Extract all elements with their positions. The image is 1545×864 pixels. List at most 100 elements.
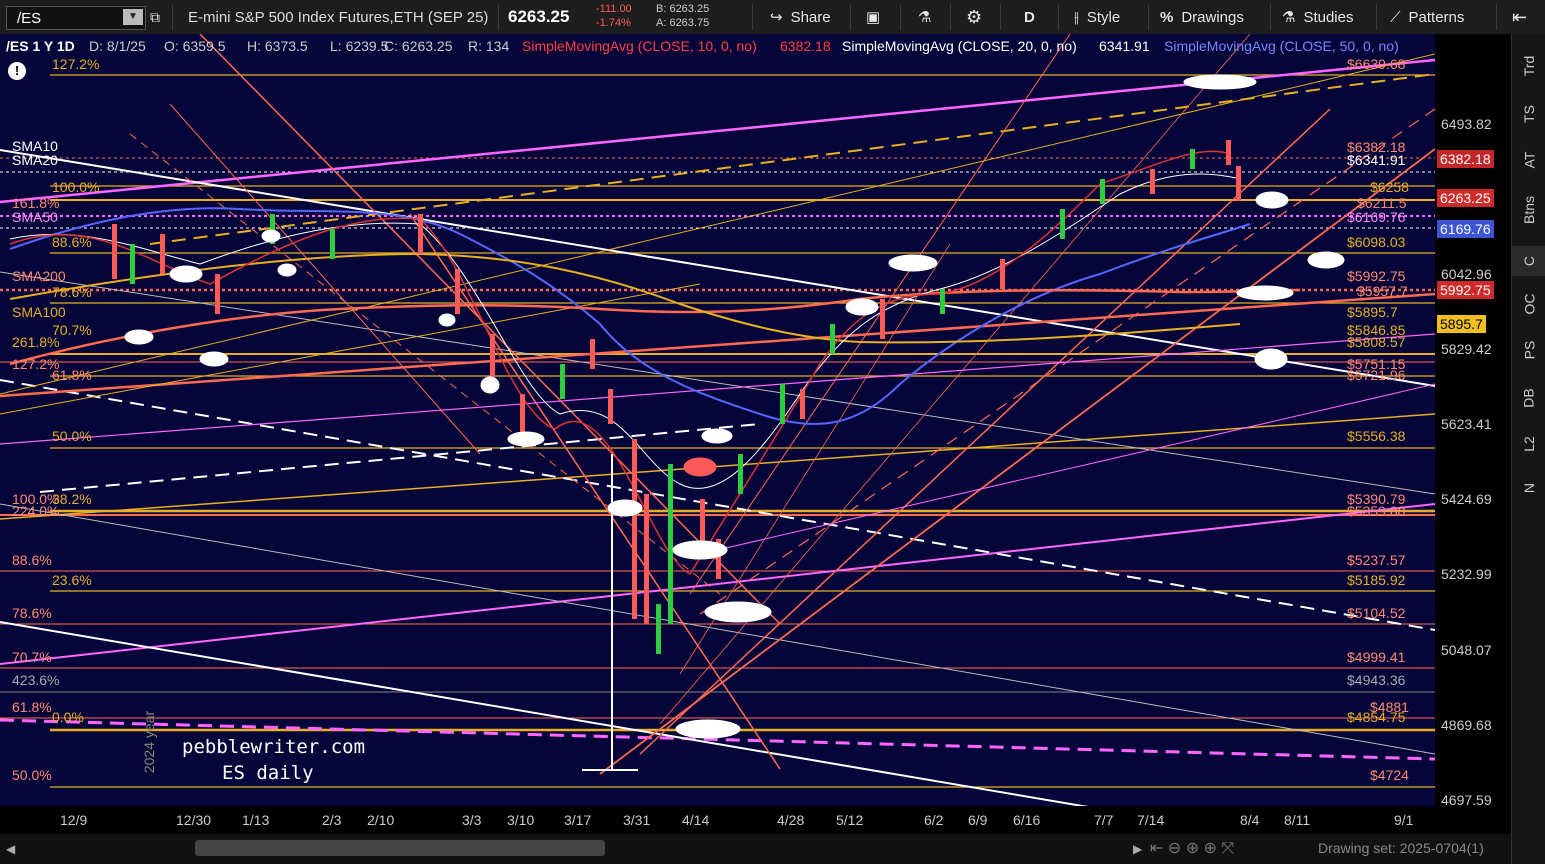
- date-tick: 7/7: [1094, 812, 1114, 828]
- share-button[interactable]: ↪ Share: [770, 0, 831, 34]
- patterns-button[interactable]: ⟋ Patterns: [1390, 0, 1464, 34]
- fib-label: 78.6%: [12, 605, 52, 621]
- sma20-study-value: 6341.91: [1099, 38, 1150, 54]
- sma50-tag: SMA50: [12, 209, 58, 225]
- watermark-title: ES daily: [222, 762, 314, 784]
- bar-open: O: 6359.5: [164, 38, 226, 54]
- price-tick: 5829.42: [1441, 341, 1492, 357]
- level-label-4724: $4724: [1370, 767, 1409, 783]
- studies-flask-icon: ⚗: [1282, 9, 1296, 26]
- sma50-study-label[interactable]: SimpleMovingAvg (CLOSE, 50, 0, no): [1164, 38, 1399, 54]
- level-label-5556: $5556.38: [1347, 428, 1406, 444]
- fib-label: 50.0%: [52, 428, 92, 444]
- level-label-5359: $5359.88: [1347, 503, 1406, 519]
- level-label-5895: $5895.7: [1347, 304, 1398, 320]
- drawings-icon: %: [1160, 8, 1174, 26]
- level-label-5721: $5721.96: [1347, 367, 1406, 383]
- level-label-5808: $5808.57: [1347, 334, 1406, 350]
- fib-label: 78.6%: [52, 284, 92, 300]
- level-label-6341: $6341.91: [1347, 152, 1406, 168]
- date-tick: 6/9: [968, 812, 988, 828]
- fib-label: 224.0%: [12, 503, 60, 519]
- sidebar-c-button[interactable]: C: [1512, 246, 1545, 276]
- sma200-tag: SMA200: [12, 268, 66, 284]
- fib-label: 261.8%: [12, 334, 60, 350]
- level-label-5992: $5992.75: [1347, 268, 1406, 284]
- studies-button[interactable]: ⚗ Studies: [1282, 0, 1354, 34]
- share-icon: ↪: [770, 9, 783, 26]
- date-tick: 8/11: [1284, 812, 1311, 828]
- sma50-price-badge: 6169.76: [1437, 220, 1494, 238]
- settings-gear-icon[interactable]: ⚙: [966, 0, 982, 34]
- fib-label: 127.2%: [52, 56, 100, 72]
- date-tick: 8/4: [1240, 812, 1260, 828]
- fib-label: 70.7%: [12, 649, 52, 665]
- sidebar-trade-button[interactable]: Trd: [1512, 56, 1545, 76]
- flask-icon[interactable]: ⚗: [918, 0, 931, 34]
- date-tick: 12/30: [176, 812, 212, 828]
- sma20-tag: SMA20: [12, 152, 58, 168]
- date-tick: 6/2: [924, 812, 944, 828]
- date-tick: 2/3: [322, 812, 342, 828]
- time-axis[interactable]: 12/9 12/30 1/13 2/3 2/10 3/3 3/10 3/17 3…: [0, 806, 1511, 834]
- chart-drawing-layer: [0, 34, 1435, 806]
- sidebar-ps-button[interactable]: PS: [1512, 341, 1545, 360]
- date-tick: 6/16: [1013, 812, 1041, 828]
- candle-style-icon: ⫲: [1074, 8, 1079, 26]
- drawings-button[interactable]: % Drawings: [1160, 0, 1244, 34]
- price-tick: 5048.07: [1441, 642, 1492, 658]
- fib-label: 23.6%: [52, 572, 92, 588]
- flexible-grid-icon[interactable]: ▣: [866, 0, 880, 34]
- ticker-timeframe: /ES 1 Y 1D: [6, 38, 75, 54]
- last-price: 6263.25: [508, 7, 570, 26]
- ellipse-highlights: [124, 74, 1345, 739]
- bar-date: D: 8/1/25: [89, 38, 146, 54]
- sma10-study-label[interactable]: SimpleMovingAvg (CLOSE, 10, 0, no): [522, 38, 757, 54]
- bar-close: C: 6263.25: [384, 38, 453, 54]
- scroll-right-icon[interactable]: ▶: [1133, 842, 1142, 856]
- symbol-dropdown-icon[interactable]: ▼: [123, 9, 143, 25]
- level-label-5185: $5185.92: [1347, 572, 1406, 588]
- bar-low: L: 6239.5: [330, 38, 389, 54]
- sidebar-news-button[interactable]: N: [1512, 480, 1545, 496]
- sidebar-oc-button[interactable]: OC: [1512, 294, 1545, 315]
- last-price-badge: 6263.25: [1437, 189, 1494, 207]
- collapse-icon[interactable]: ⇤: [1512, 0, 1527, 34]
- sidebar-btns-button[interactable]: Btns: [1512, 196, 1545, 224]
- patterns-icon: ⟋: [1390, 8, 1401, 26]
- sidebar-ts-button[interactable]: TS: [1512, 105, 1545, 123]
- level-label-5957: $5957.7: [1357, 283, 1408, 299]
- price-tick: 6493.82: [1441, 116, 1492, 132]
- fib-levels: [50, 74, 1435, 788]
- period-button[interactable]: D: [1024, 0, 1035, 34]
- scroll-thumb[interactable]: [195, 840, 605, 856]
- scroll-left-icon[interactable]: ◀: [6, 842, 15, 856]
- drawing-set-label: Drawing set: 2025-0704(1): [1318, 840, 1484, 856]
- price-tick: 4869.68: [1441, 717, 1492, 733]
- level-label-5237: $5237.57: [1347, 552, 1406, 568]
- candlesticks: [112, 140, 1241, 654]
- price-axis[interactable]: 6493.82 6042.96 5829.42 5623.41 5424.69 …: [1435, 34, 1511, 808]
- fib-label: 50.0%: [12, 767, 52, 783]
- chart-scrollbar[interactable]: ◀ ▶ ⇤ ⊖ ⊕ ⊕ ⤧ Drawing set: 2025-0704(1): [0, 834, 1511, 864]
- sidebar-db-button[interactable]: DB: [1512, 388, 1545, 407]
- fib-label: 88.6%: [12, 552, 52, 568]
- sma100-tag: SMA100: [12, 304, 66, 320]
- price-chart-area[interactable]: $6639.68 $6382.18 $6341.91 $6258 $6211.5…: [0, 34, 1435, 806]
- sidebar-l2-button[interactable]: L2: [1512, 436, 1545, 452]
- sma10-price-badge: 6382.18: [1437, 150, 1494, 168]
- symbol-selector[interactable]: /ES ▼: [6, 6, 146, 30]
- sma20-study-label[interactable]: SimpleMovingAvg (CLOSE, 20, 0, no): [842, 38, 1077, 54]
- sma10-study-value: 6382.18: [780, 38, 831, 54]
- sidebar-at-button[interactable]: AT: [1512, 152, 1545, 169]
- fib-label: 423.6%: [12, 672, 60, 688]
- link-icon[interactable]: ⧉: [150, 0, 160, 34]
- price-tick: 5232.99: [1441, 566, 1492, 582]
- symbol-text: /ES: [17, 10, 42, 27]
- zoom-controls[interactable]: ⇤ ⊖ ⊕ ⊕ ⤧: [1150, 838, 1234, 858]
- style-button[interactable]: ⫲ Style: [1074, 0, 1120, 34]
- right-sidebar: Trd TS AT Btns C OC PS DB L2 N: [1511, 34, 1545, 864]
- date-tick: 3/3: [462, 812, 482, 828]
- alert-icon[interactable]: !: [8, 62, 26, 80]
- date-tick: 12/9: [60, 812, 88, 828]
